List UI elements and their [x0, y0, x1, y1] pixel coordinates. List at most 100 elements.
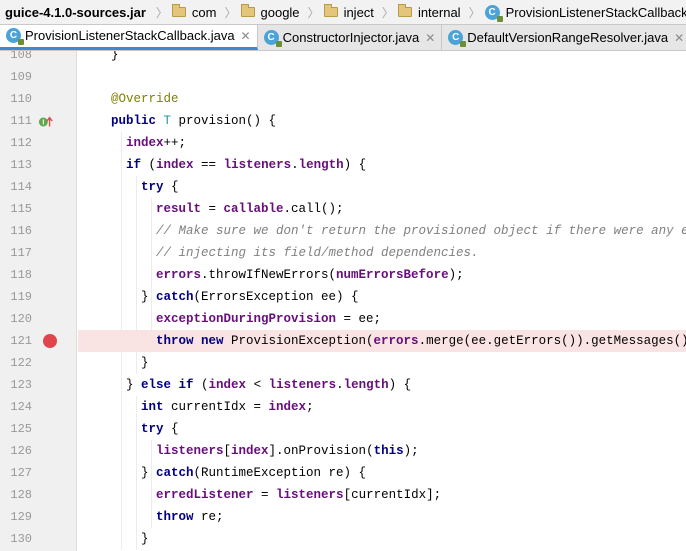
code-token: length [298, 158, 344, 172]
line-number[interactable]: 113 [0, 154, 32, 176]
line-number[interactable]: 115 [0, 198, 32, 220]
line-number[interactable]: 118 [0, 264, 32, 286]
line-number[interactable]: 120 [0, 308, 32, 330]
line-number[interactable]: 127 [0, 462, 32, 484]
code-token: < [246, 378, 269, 392]
code-token: { [171, 180, 179, 194]
code-line[interactable]: 112 index++; [0, 132, 686, 154]
folder-icon [323, 4, 338, 17]
line-number[interactable]: 124 [0, 396, 32, 418]
code-token: catch [156, 290, 194, 304]
code-line[interactable]: 115 result = callable.call(); [0, 198, 686, 220]
close-icon[interactable]: ✕ [674, 31, 684, 45]
close-icon[interactable]: ✕ [425, 31, 435, 45]
breadcrumb-item-internal[interactable]: internal [397, 0, 463, 24]
code-token: .merge(ee.getErrors()).getMessages()); [418, 334, 686, 348]
breadcrumb-item-com[interactable]: com [171, 0, 219, 24]
tab-provision-listener-stack-callback[interactable]: C ProvisionListenerStackCallback.java ✕ [0, 25, 258, 50]
line-number[interactable]: 123 [0, 374, 32, 396]
line-number[interactable]: 122 [0, 352, 32, 374]
code-line[interactable]: 114 try { [0, 176, 686, 198]
tab-constructor-injector[interactable]: C ConstructorInjector.java ✕ [258, 25, 443, 50]
code-line[interactable]: 119 } catch(ErrorsException ee) { [0, 286, 686, 308]
code-line[interactable]: 127} catch(RuntimeException re) { [0, 462, 686, 484]
code-line[interactable]: 120 exceptionDuringProvision = ee; [0, 308, 686, 330]
breadcrumb-item-google[interactable]: google [240, 0, 302, 24]
code-text: } catch(ErrorsException ee) { [141, 286, 359, 308]
code-token: try [141, 422, 172, 436]
code-line[interactable]: 121 throw new ProvisionException(errors.m… [0, 330, 686, 352]
code-line[interactable]: 117 // injecting its field/method depende… [0, 242, 686, 264]
code-token: re; [201, 510, 224, 524]
code-text: } else if (index < listeners.length) { [126, 374, 411, 396]
code-line[interactable]: 122} [0, 352, 686, 374]
code-token: if [126, 158, 149, 172]
breadcrumb-item-label: ProvisionListenerStackCallback [505, 4, 686, 20]
code-token: index [126, 136, 164, 150]
chevron-right-icon: 〉 [224, 5, 237, 20]
line-number[interactable]: 112 [0, 132, 32, 154]
code-line[interactable]: 126 listeners[index].onProvision(this); [0, 440, 686, 462]
code-token: provision() { [178, 114, 277, 128]
line-number[interactable]: 111 [0, 110, 32, 132]
code-token: // Make sure we don't return the provisi… [156, 224, 686, 238]
line-number[interactable]: 129 [0, 506, 32, 528]
code-text: listeners[index].onProvision(this); [156, 440, 419, 462]
breadcrumb-jar[interactable]: guice-4.1.0-sources.jar [5, 0, 150, 24]
code-token: ].onProvision( [268, 444, 374, 458]
code-token: = [253, 488, 277, 502]
close-icon[interactable]: ✕ [241, 29, 251, 43]
line-number[interactable]: 125 [0, 418, 32, 440]
breadcrumb-item-class[interactable]: C ProvisionListenerStackCallback [484, 0, 686, 24]
code-token: } [141, 466, 157, 480]
breadcrumb-item-label: com [191, 4, 217, 20]
tab-default-version-range-resolver[interactable]: C DefaultVersionRangeResolver.java ✕ [442, 25, 686, 50]
editor-tabs: C ProvisionListenerStackCallback.java ✕ … [0, 25, 686, 51]
code-line[interactable]: 116 // Make sure we don't return the prov… [0, 220, 686, 242]
line-number[interactable]: 114 [0, 176, 32, 198]
breadcrumb-item-inject[interactable]: inject [323, 0, 376, 24]
code-line[interactable]: 123 } else if (index < listeners.length) … [0, 374, 686, 396]
implements-method-icon[interactable]: I [38, 114, 54, 130]
code-token: . [291, 158, 299, 172]
code-token: throw [156, 510, 202, 524]
line-number[interactable]: 126 [0, 440, 32, 462]
code-text: exceptionDuringProvision = ee; [156, 308, 381, 330]
code-token: result [156, 202, 202, 216]
line-number[interactable]: 121 [0, 330, 32, 352]
line-number[interactable]: 108 [0, 51, 32, 66]
chevron-right-icon: 〉 [468, 5, 481, 20]
code-text: public T provision() { [111, 110, 276, 132]
code-text: throw re; [156, 506, 224, 528]
line-number[interactable]: 117 [0, 242, 32, 264]
code-line[interactable]: 113 if (index == listeners.length) { [0, 154, 686, 176]
line-number[interactable]: 110 [0, 88, 32, 110]
line-number[interactable]: 130 [0, 528, 32, 550]
code-line[interactable]: 124 int currentIdx = index; [0, 396, 686, 418]
code-token: throw new [156, 334, 232, 348]
code-text: errors.throwIfNewErrors(numErrorsBefore)… [156, 264, 464, 286]
code-token: ; [306, 400, 314, 414]
code-text: try { [141, 176, 179, 198]
code-line[interactable]: 130} [0, 528, 686, 550]
code-editor[interactable]: 108} 109 110 @Override 111 Ipublic T provisio… [0, 51, 686, 551]
code-line[interactable]: 125 try { [0, 418, 686, 440]
code-token: errors [156, 268, 202, 282]
folder-icon [397, 4, 412, 17]
code-text: } [141, 352, 149, 374]
line-number[interactable]: 128 [0, 484, 32, 506]
code-line[interactable]: 111 Ipublic T provision() { [0, 110, 686, 132]
code-line[interactable]: 118 errors.throwIfNewErrors(numErrorsBefo… [0, 264, 686, 286]
class-icon: C [484, 4, 503, 22]
code-line[interactable]: 109 [0, 66, 686, 88]
breakpoint-icon[interactable] [43, 334, 57, 348]
code-token: numErrorsBefore [336, 268, 449, 282]
line-number[interactable]: 109 [0, 66, 32, 88]
code-line[interactable]: 110 @Override [0, 88, 686, 110]
line-number[interactable]: 116 [0, 220, 32, 242]
code-token: } [126, 378, 142, 392]
code-line[interactable]: 128 erredListener = listeners[currentIdx]… [0, 484, 686, 506]
code-line[interactable]: 108} [0, 51, 686, 66]
line-number[interactable]: 119 [0, 286, 32, 308]
code-line[interactable]: 129 throw re; [0, 506, 686, 528]
